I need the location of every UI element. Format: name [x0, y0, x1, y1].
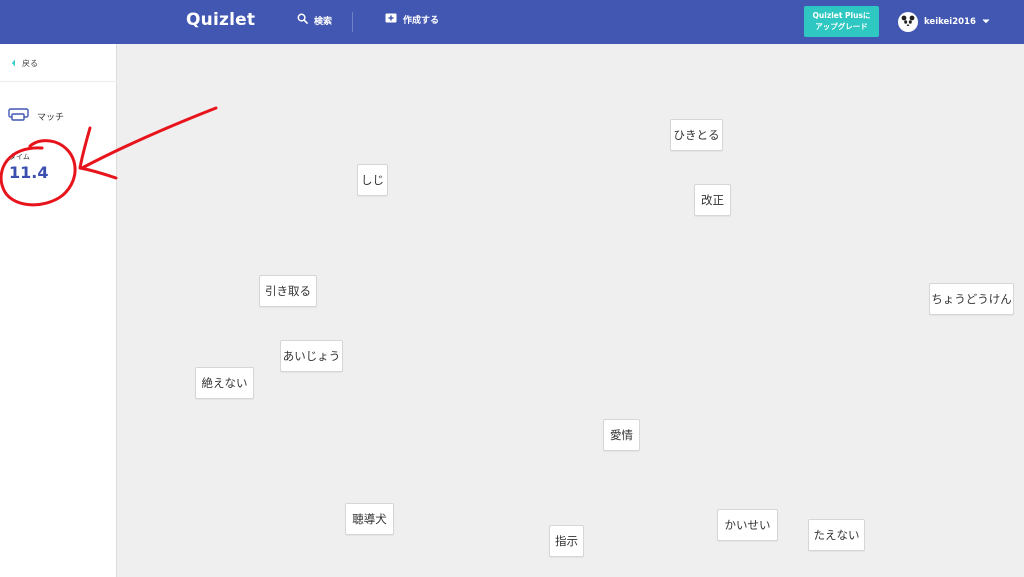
quizlet-logo[interactable]: Quizlet	[186, 10, 255, 30]
avatar	[898, 12, 918, 32]
upgrade-line-2: アップグレード	[815, 22, 868, 31]
match-tile[interactable]: 聴導犬	[345, 503, 394, 535]
match-tile[interactable]: かいせい	[717, 509, 778, 541]
create-set-icon	[385, 13, 397, 26]
time-value: 11.4	[9, 163, 49, 182]
chevron-down-icon	[982, 17, 990, 27]
match-tile[interactable]: 絶えない	[195, 367, 254, 399]
upgrade-line-1: Quizlet Plusに	[812, 11, 871, 20]
time-label: タイム	[9, 153, 30, 161]
chevron-left-icon	[11, 59, 16, 69]
back-link[interactable]: 戻る	[11, 58, 38, 69]
match-tile[interactable]: あいじょう	[280, 340, 343, 372]
match-mode-icon	[8, 108, 30, 125]
match-tile[interactable]: たえない	[808, 519, 865, 551]
nav-divider	[352, 12, 353, 32]
create-button[interactable]: 作成する	[385, 13, 439, 26]
match-tile[interactable]: しじ	[357, 164, 388, 196]
search-label: 検索	[314, 16, 333, 27]
match-tile[interactable]: 愛情	[603, 419, 640, 451]
sidebar-divider	[0, 81, 117, 82]
match-tile[interactable]: 改正	[694, 184, 731, 216]
match-tile[interactable]: ひきとる	[670, 119, 723, 151]
user-menu[interactable]: keikei2016	[898, 12, 990, 32]
upgrade-plus-button[interactable]: Quizlet Plusに アップグレード	[804, 6, 879, 37]
match-tile[interactable]: 引き取る	[259, 275, 317, 307]
match-tile[interactable]: 指示	[549, 525, 584, 557]
top-navigation-bar: Quizlet 検索 作成する Quizlet Plusに アップグレード ke…	[0, 0, 1024, 44]
sidebar: 戻る マッチ タイム 11.4	[0, 44, 117, 577]
panda-avatar-icon	[901, 15, 915, 29]
mode-label: マッチ	[37, 113, 65, 123]
search-icon	[297, 13, 308, 27]
mode-indicator: マッチ	[8, 108, 64, 125]
username: keikei2016	[924, 17, 976, 27]
back-label: 戻る	[22, 59, 38, 68]
create-label: 作成する	[403, 16, 440, 26]
match-board: ひきとる しじ 改正 引き取る ちょうどうけん あいじょう 絶えない 愛情 聴導…	[118, 44, 1024, 577]
match-tile[interactable]: ちょうどうけん	[929, 283, 1014, 315]
search-button[interactable]: 検索	[297, 13, 332, 27]
